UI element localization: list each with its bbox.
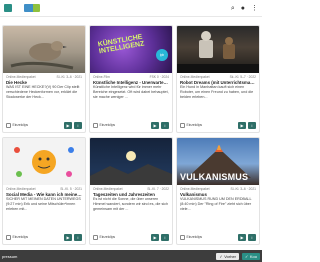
card-footer: Einzelclips ▶ i [180,121,256,129]
card-footer: Einzelclips ▶ i [6,233,82,241]
card-thumbnail[interactable] [177,26,259,73]
card-thumbnail[interactable]: KÜNSTLICHE INTELLIGENZ lpb [90,26,172,73]
share-text: Einzelclips [12,235,29,239]
check-icon: ✓ [245,253,249,259]
info-button[interactable]: i [161,233,169,241]
share-text: Einzelclips [99,235,116,239]
logo-mark-icon [4,4,12,12]
card-actions: ▶ i [238,233,256,241]
card-title[interactable]: Künstliche Intelligenz - Unerwartete Feh… [90,79,172,85]
card-meta-right: Sl.-Kl. 7 · 2022 [147,186,169,191]
card-description: WAS IST EINE HECKE?(V) 90 Der Clip stell… [6,85,80,99]
card-type: Online-Medienpaket [6,186,36,191]
share-text: Einzelclips [99,123,116,127]
checkbox-icon[interactable] [6,234,11,240]
bird-illustration [10,41,74,70]
card-meta-right: Sl.-Kl. 3–6 · 2021 [230,186,256,191]
share-label: Einzelclips [93,234,116,240]
card-meta-right: Sk.-Kl. 5–7 · 2022 [229,74,256,79]
card-footer: Einzelclips ▶ i [6,121,82,129]
card-type: Online-Film [93,74,110,79]
media-card[interactable]: Online-Medienpaket Sl.-Kl. 3–6 · 2021 Di… [2,25,86,133]
share-label: Einzelclips [180,122,203,128]
next-button-label: Koo [249,253,257,259]
card-description: Ein Hund in Manhattan kauft sich einen R… [180,85,254,99]
info-button[interactable]: i [248,121,256,129]
media-card[interactable]: Online-Medienpaket Sl.-Kl. 7 · 2022 Tage… [89,137,173,245]
card-thumbnail[interactable]: VULKANISMUS [177,138,259,185]
cookie-bar: pressum ✓ Vorher ✓ Koo [0,250,262,262]
imprint-link[interactable]: pressum [2,254,17,259]
card-footer: Einzelclips ▶ i [93,121,169,129]
card-footer: Einzelclips ▶ i [93,233,169,241]
card-actions: ▶ i [238,121,256,129]
info-button[interactable]: i [161,121,169,129]
play-button[interactable]: ▶ [238,233,246,241]
share-label: Einzelclips [93,122,116,128]
checkbox-icon[interactable] [180,122,185,128]
share-label: Einzelclips [180,234,203,240]
media-card[interactable]: KÜNSTLICHE INTELLIGENZ lpb Online-Film F… [89,25,173,133]
play-button[interactable]: ▶ [64,233,72,241]
card-title[interactable]: Social Media - Wie kann ich meine Daten … [3,191,85,197]
share-text: Einzelclips [186,123,203,127]
card-description: SICHER MIT MEINEN DATEN UNTERWEGS (9:27 … [6,197,81,211]
card-actions: ▶ i [151,233,169,241]
social-media-illustration [14,147,74,177]
card-description: Es ist nicht die Sonne, die über unseren… [93,197,169,211]
card-type: Online-Medienpaket [93,186,123,191]
card-thumbnail[interactable] [3,138,85,185]
share-label: Einzelclips [6,122,29,128]
media-card[interactable]: Online-Medienpaket Sk.-Kl. 5–7 · 2022 Ro… [176,25,260,133]
play-button[interactable]: ▶ [151,121,159,129]
check-icon: ✓ [219,253,223,259]
card-description: Künstliche Intelligenz wird für immer me… [93,85,169,99]
header-icons: ⌕ ● ⋮ [231,5,258,12]
card-meta-right: Sl.-Kl. 5 · 2021 [60,186,82,191]
share-label: Einzelclips [6,234,29,240]
card-actions: ▶ i [64,121,82,129]
card-actions: ▶ i [151,121,169,129]
card-thumbnail[interactable] [3,26,85,73]
user-icon[interactable]: ⋮ [251,5,258,12]
partner-logo [24,4,40,12]
card-type: Online-Medienpaket [6,74,36,79]
play-button[interactable]: ▶ [64,121,72,129]
media-card[interactable]: Online-Medienpaket Sl.-Kl. 5 · 2021 Soci… [2,137,86,245]
info-button[interactable]: i [74,121,82,129]
play-button[interactable]: ▶ [151,233,159,241]
card-thumbnail[interactable] [90,138,172,185]
checkbox-icon[interactable] [6,122,11,128]
checkbox-icon[interactable] [93,122,98,128]
prev-button-label: Vorher [224,253,237,259]
next-button[interactable]: ✓ Koo [242,252,260,260]
card-actions: ▶ i [64,233,82,241]
share-text: Einzelclips [12,123,29,127]
share-text: Einzelclips [186,235,203,239]
card-meta-right: FSK 0 · 2024 [149,74,169,79]
card-type: Online-Medienpaket [180,186,210,191]
publisher-badge: lpb [156,49,168,61]
card-footer: Einzelclips ▶ i [180,233,256,241]
checkbox-icon[interactable] [180,234,185,240]
info-button[interactable]: i [74,233,82,241]
card-title[interactable]: Robot Dreams (mit Unterrichtsmaterial) [177,79,259,85]
cookie-actions: ✓ Vorher ✓ Koo [216,252,260,260]
card-meta-right: Sl.-Kl. 3–6 · 2021 [56,74,82,79]
info-button[interactable]: i [248,233,256,241]
prev-button[interactable]: ✓ Vorher [216,252,240,260]
checkbox-icon[interactable] [93,234,98,240]
play-button[interactable]: ▶ [238,121,246,129]
top-bar: ⌕ ● ⋮ [0,0,262,17]
card-type: Online-Medienpaket [180,74,210,79]
card-description: VULKANISMUS RUND UM DEN ERDBALL (8:40 mi… [180,197,252,211]
robot-illustration [177,31,259,73]
bell-icon[interactable]: ● [241,5,245,12]
search-icon[interactable]: ⌕ [231,5,235,12]
thumbnail-title: VULKANISMUS [180,172,249,182]
media-grid: Online-Medienpaket Sl.-Kl. 3–6 · 2021 Di… [2,25,260,245]
media-card[interactable]: VULKANISMUS Online-Medienpaket Sl.-Kl. 3… [176,137,260,245]
landscape-illustration [90,151,172,185]
